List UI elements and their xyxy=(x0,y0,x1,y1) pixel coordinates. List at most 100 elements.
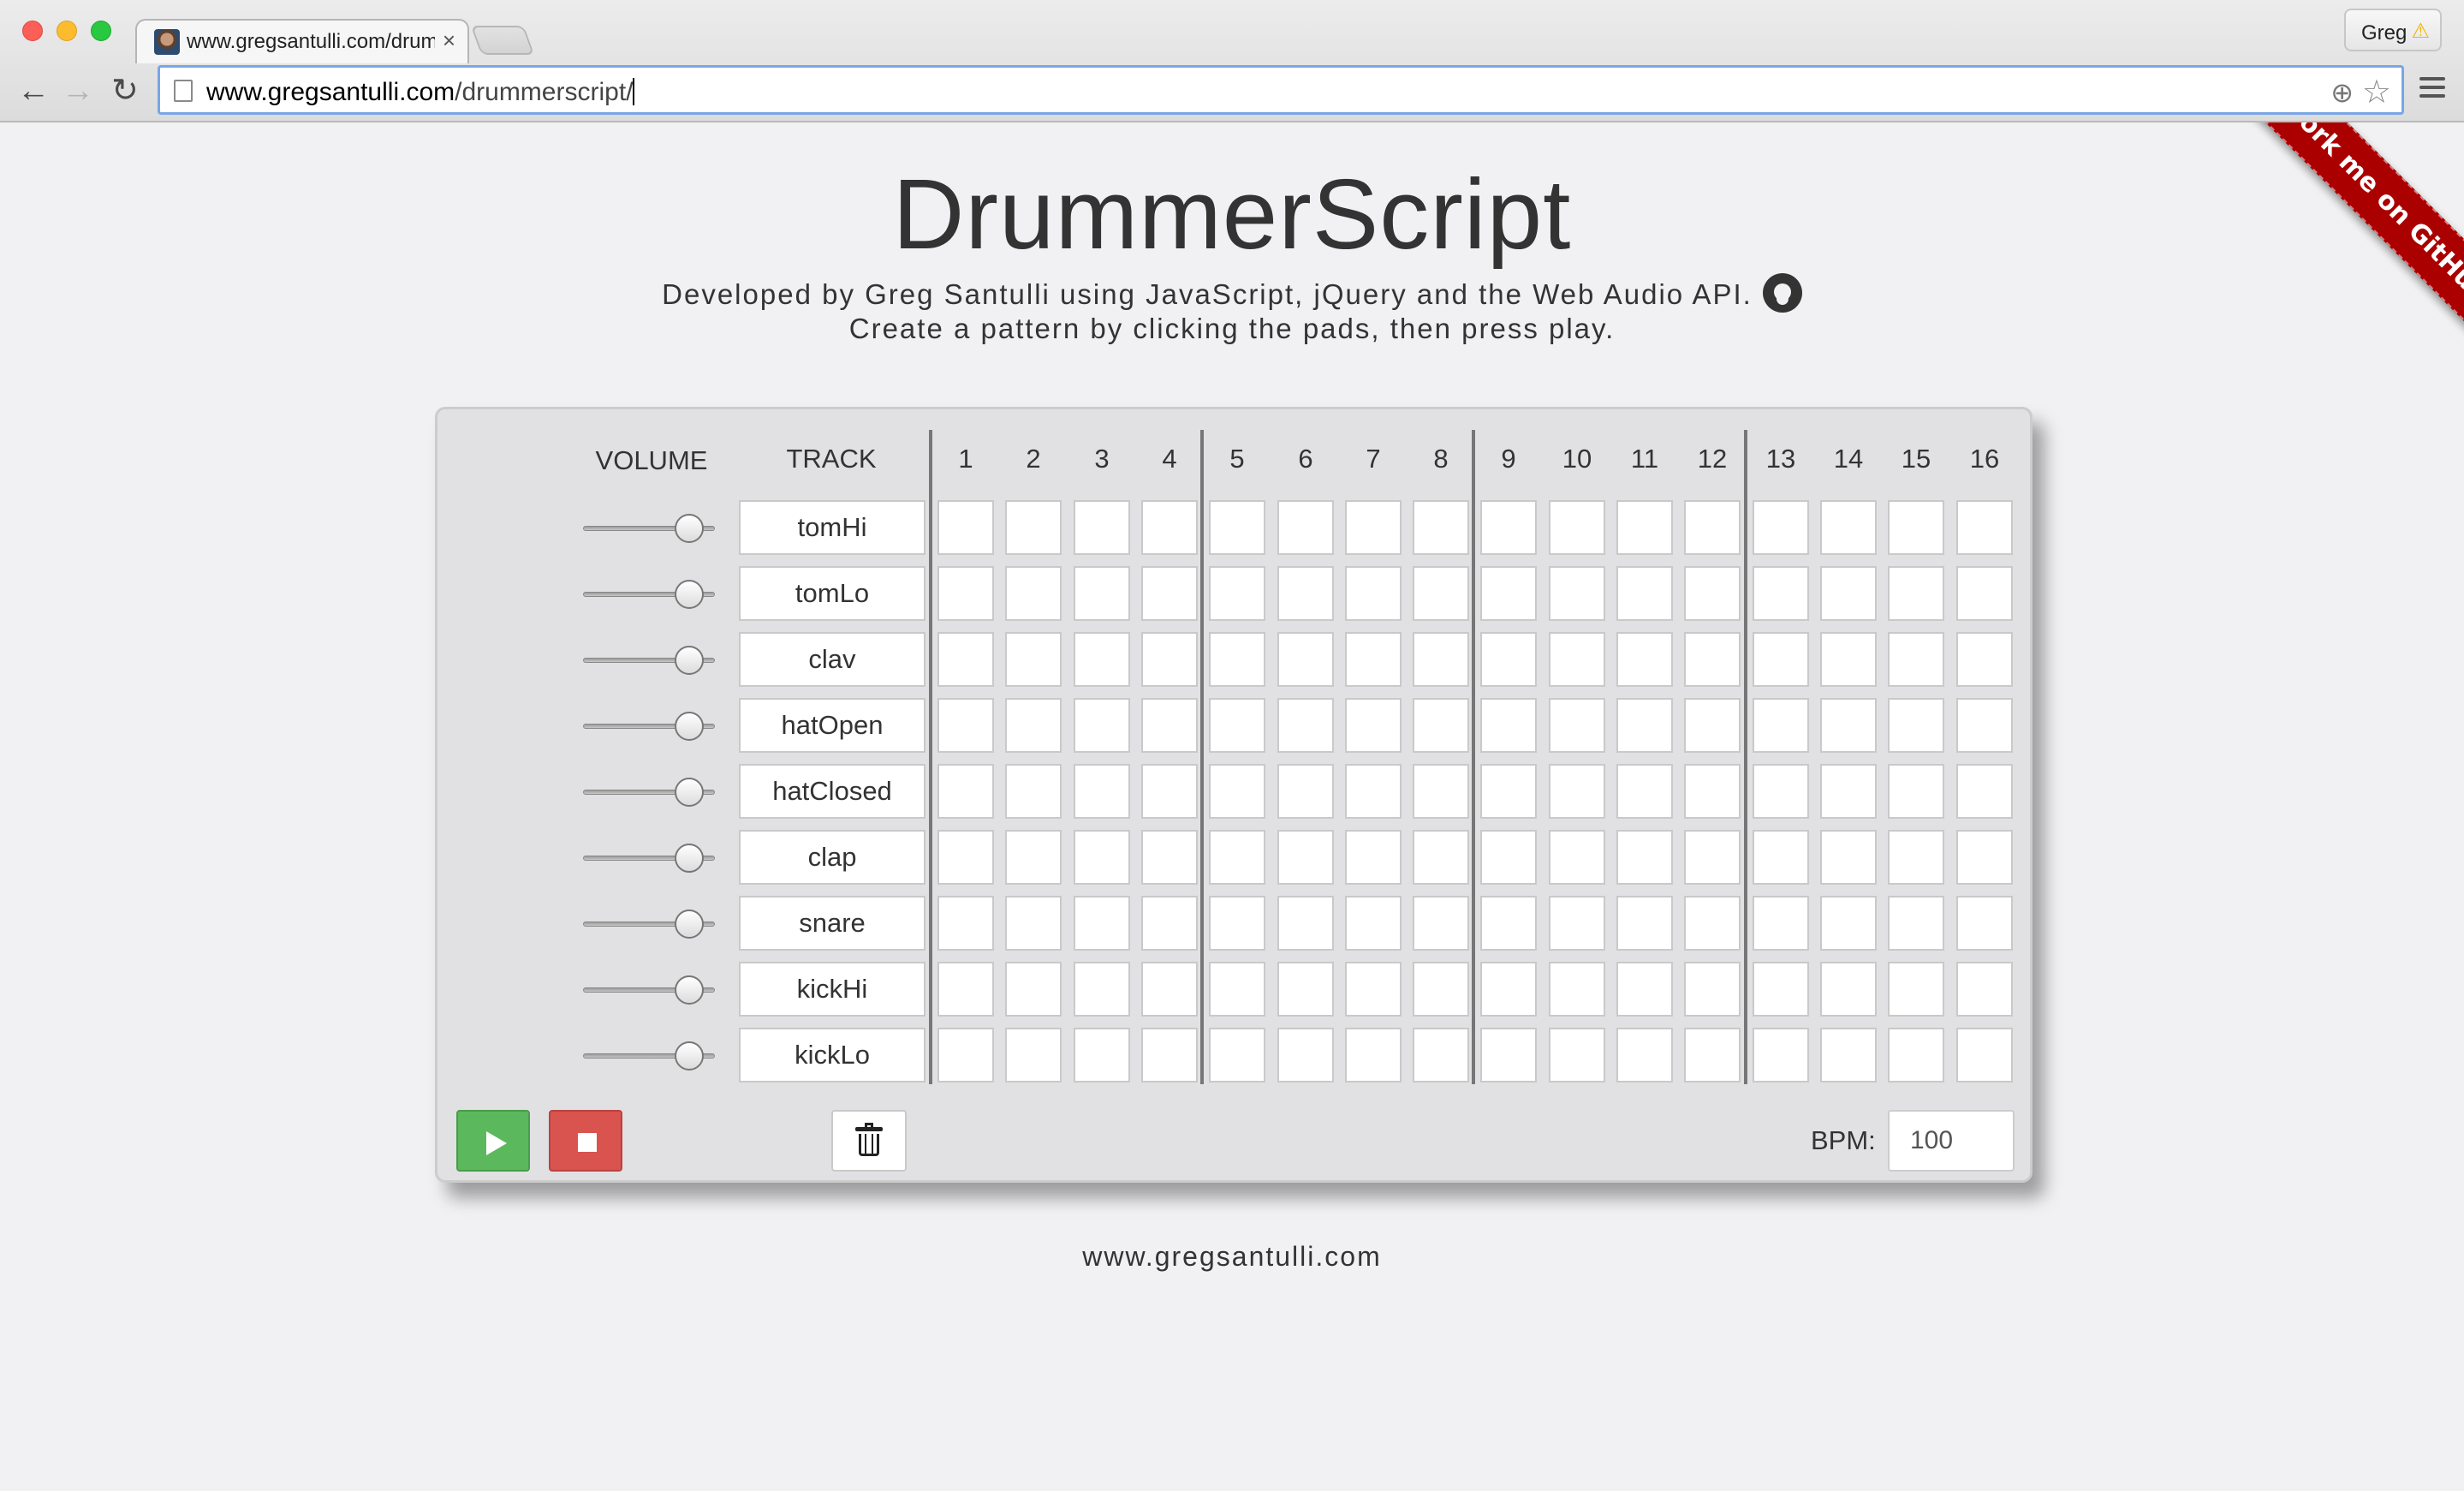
step-pad[interactable] xyxy=(1888,962,1944,1017)
step-pad[interactable] xyxy=(1888,830,1944,885)
step-pad[interactable] xyxy=(1345,830,1402,885)
step-pad[interactable] xyxy=(1956,698,2013,753)
step-pad[interactable] xyxy=(1549,632,1605,687)
step-pad[interactable] xyxy=(1480,962,1537,1017)
step-pad[interactable] xyxy=(937,632,994,687)
step-pad[interactable] xyxy=(1820,1028,1877,1082)
step-pad[interactable] xyxy=(1005,500,1062,555)
track-name[interactable]: tomHi xyxy=(739,500,925,555)
step-pad[interactable] xyxy=(1820,698,1877,753)
step-pad[interactable] xyxy=(1888,500,1944,555)
step-pad[interactable] xyxy=(1005,962,1062,1017)
step-pad[interactable] xyxy=(1888,764,1944,819)
step-pad[interactable] xyxy=(1209,764,1265,819)
step-pad[interactable] xyxy=(1956,896,2013,951)
step-pad[interactable] xyxy=(1141,962,1198,1017)
github-icon[interactable] xyxy=(1762,273,1802,313)
step-pad[interactable] xyxy=(1888,1028,1944,1082)
track-name[interactable]: clap xyxy=(739,830,925,885)
step-pad[interactable] xyxy=(937,1028,994,1082)
step-pad[interactable] xyxy=(1277,896,1334,951)
step-pad[interactable] xyxy=(1753,566,1809,621)
step-pad[interactable] xyxy=(1684,764,1741,819)
close-window-button[interactable] xyxy=(22,21,43,41)
step-pad[interactable] xyxy=(1480,500,1537,555)
step-pad[interactable] xyxy=(1956,500,2013,555)
reload-button[interactable]: ↻ xyxy=(111,72,139,110)
back-button[interactable]: ← xyxy=(17,72,50,110)
step-pad[interactable] xyxy=(1413,764,1469,819)
step-pad[interactable] xyxy=(1209,698,1265,753)
step-pad[interactable] xyxy=(1549,566,1605,621)
step-pad[interactable] xyxy=(937,764,994,819)
step-pad[interactable] xyxy=(1549,764,1605,819)
step-pad[interactable] xyxy=(1345,566,1402,621)
step-pad[interactable] xyxy=(1684,500,1741,555)
volume-slider-knob[interactable] xyxy=(675,712,704,741)
step-pad[interactable] xyxy=(1480,1028,1537,1082)
step-pad[interactable] xyxy=(1209,1028,1265,1082)
bookmark-star-icon[interactable]: ☆ xyxy=(2362,73,2391,111)
step-pad[interactable] xyxy=(1345,1028,1402,1082)
step-pad[interactable] xyxy=(1820,566,1877,621)
step-pad[interactable] xyxy=(1549,1028,1605,1082)
step-pad[interactable] xyxy=(1888,632,1944,687)
step-pad[interactable] xyxy=(1005,896,1062,951)
step-pad[interactable] xyxy=(1277,830,1334,885)
new-tab-button[interactable] xyxy=(470,26,535,55)
volume-slider[interactable] xyxy=(583,580,715,609)
step-pad[interactable] xyxy=(1074,566,1130,621)
step-pad[interactable] xyxy=(1074,500,1130,555)
step-pad[interactable] xyxy=(1684,962,1741,1017)
step-pad[interactable] xyxy=(1820,500,1877,555)
volume-slider-knob[interactable] xyxy=(675,778,704,807)
step-pad[interactable] xyxy=(1005,566,1062,621)
volume-slider[interactable] xyxy=(583,844,715,873)
step-pad[interactable] xyxy=(1480,698,1537,753)
track-name[interactable]: tomLo xyxy=(739,566,925,621)
step-pad[interactable] xyxy=(1616,896,1673,951)
track-name[interactable]: hatOpen xyxy=(739,698,925,753)
volume-slider-knob[interactable] xyxy=(675,580,704,609)
address-bar[interactable]: www.gregsantulli.com/drummerscript/ ⊕ ☆ xyxy=(158,65,2404,115)
step-pad[interactable] xyxy=(1549,896,1605,951)
step-pad[interactable] xyxy=(1549,698,1605,753)
step-pad[interactable] xyxy=(1820,764,1877,819)
step-pad[interactable] xyxy=(1684,566,1741,621)
step-pad[interactable] xyxy=(1956,962,2013,1017)
step-pad[interactable] xyxy=(1345,500,1402,555)
step-pad[interactable] xyxy=(1753,896,1809,951)
step-pad[interactable] xyxy=(1956,764,2013,819)
zoom-window-button[interactable] xyxy=(91,21,111,41)
zoom-icon[interactable]: ⊕ xyxy=(2330,76,2354,109)
step-pad[interactable] xyxy=(1684,830,1741,885)
step-pad[interactable] xyxy=(1413,830,1469,885)
step-pad[interactable] xyxy=(1616,698,1673,753)
track-name[interactable]: hatClosed xyxy=(739,764,925,819)
track-name[interactable]: clav xyxy=(739,632,925,687)
step-pad[interactable] xyxy=(1277,764,1334,819)
step-pad[interactable] xyxy=(1074,896,1130,951)
step-pad[interactable] xyxy=(1413,962,1469,1017)
track-name[interactable]: snare xyxy=(739,896,925,951)
step-pad[interactable] xyxy=(1209,962,1265,1017)
step-pad[interactable] xyxy=(1480,830,1537,885)
step-pad[interactable] xyxy=(1141,896,1198,951)
volume-slider[interactable] xyxy=(583,778,715,807)
step-pad[interactable] xyxy=(1277,632,1334,687)
step-pad[interactable] xyxy=(1345,962,1402,1017)
step-pad[interactable] xyxy=(1141,1028,1198,1082)
step-pad[interactable] xyxy=(1616,830,1673,885)
step-pad[interactable] xyxy=(1277,500,1334,555)
step-pad[interactable] xyxy=(1141,764,1198,819)
step-pad[interactable] xyxy=(1616,566,1673,621)
volume-slider[interactable] xyxy=(583,514,715,543)
volume-slider-knob[interactable] xyxy=(675,646,704,675)
step-pad[interactable] xyxy=(1074,830,1130,885)
step-pad[interactable] xyxy=(1209,500,1265,555)
track-name[interactable]: kickLo xyxy=(739,1028,925,1082)
step-pad[interactable] xyxy=(1549,500,1605,555)
browser-menu-icon[interactable] xyxy=(2419,77,2445,103)
step-pad[interactable] xyxy=(1074,962,1130,1017)
step-pad[interactable] xyxy=(1480,566,1537,621)
